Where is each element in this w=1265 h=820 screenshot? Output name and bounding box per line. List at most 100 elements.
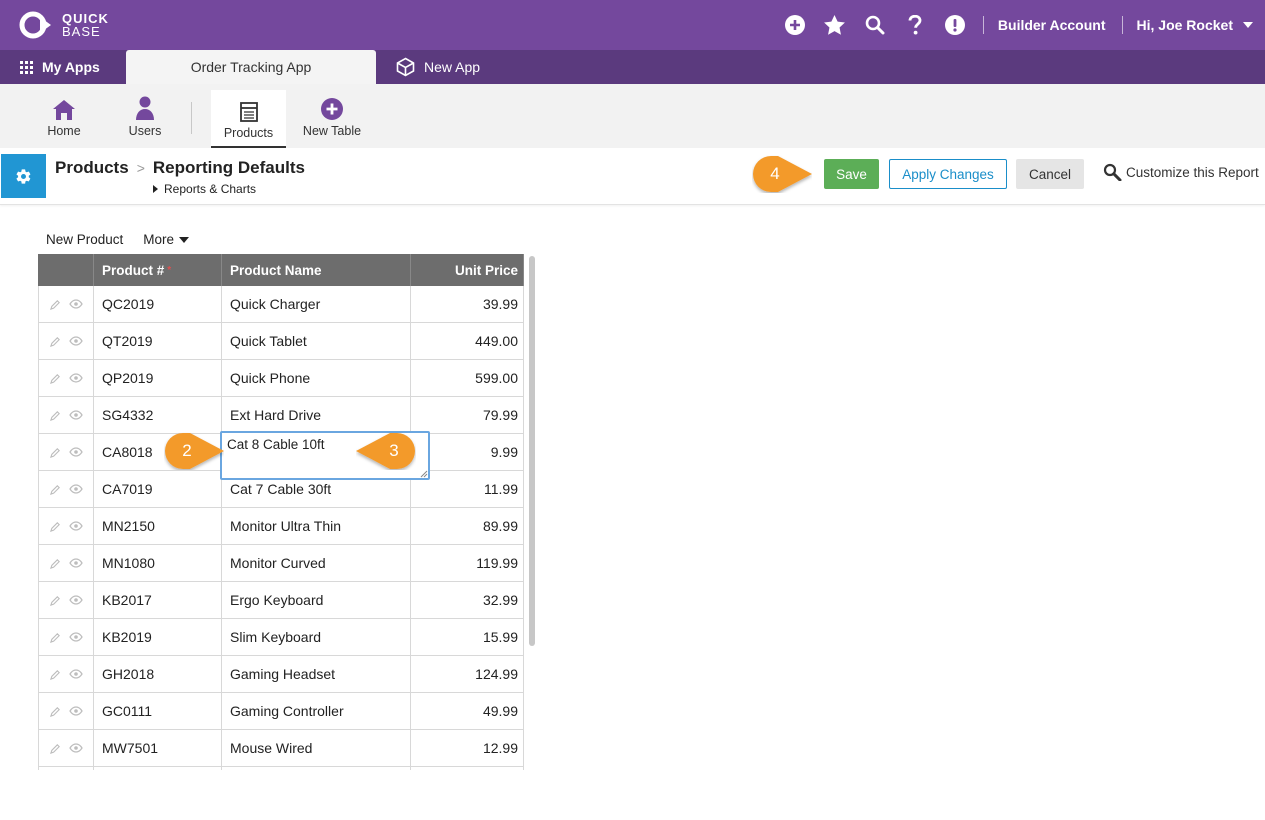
cell-unit-price[interactable]: 449.00 [411,323,524,359]
new-product-button[interactable]: New Product [46,232,123,247]
cell-product-name[interactable]: Ergo Keyboard [222,582,411,618]
cell-product-name[interactable]: Quick Phone [222,360,411,396]
table-row[interactable]: GH2018 Gaming Headset 124.99 [38,656,524,693]
cell-product-number[interactable]: MW7501 [94,730,222,766]
new-app-button[interactable]: New App [396,50,480,84]
column-header-product-name[interactable]: Product Name [222,254,411,286]
table-row[interactable]: KB2019 Slim Keyboard 15.99 [38,619,524,656]
view-eye-icon[interactable] [68,336,83,346]
cell-product-number[interactable]: GC0111 [94,693,222,729]
nav-products[interactable]: Products [211,90,286,148]
cell-product-number[interactable]: CA7019 [94,471,222,507]
resize-grip-icon[interactable] [420,470,428,478]
table-row[interactable] [38,767,524,770]
nav-new-table[interactable]: New Table [300,84,364,148]
cell-product-number[interactable]: QP2019 [94,360,222,396]
cell-unit-price[interactable]: 12.99 [411,730,524,766]
table-row[interactable]: MW7501 Mouse Wired 12.99 [38,730,524,767]
edit-pencil-icon[interactable] [49,595,61,606]
save-button[interactable]: Save [824,159,879,189]
settings-button[interactable] [1,154,46,198]
edit-pencil-icon[interactable] [49,410,61,421]
edit-pencil-icon[interactable] [49,373,61,384]
cell-unit-price[interactable]: 79.99 [411,397,524,433]
cell-product-number[interactable]: KB2017 [94,582,222,618]
edit-pencil-icon[interactable] [49,706,61,717]
cell-unit-price[interactable]: 89.99 [411,508,524,544]
cell-product-number[interactable]: MN2150 [94,508,222,544]
cell-product-name[interactable]: Monitor Ultra Thin [222,508,411,544]
cell-product-name[interactable]: Gaming Headset [222,656,411,692]
cell-product-name[interactable]: Ext Hard Drive [222,397,411,433]
quickbase-logo[interactable]: QUICK BASE [18,9,109,41]
edit-pencil-icon[interactable] [49,336,61,347]
cell-unit-price[interactable] [411,767,524,770]
cell-product-number[interactable]: MN1080 [94,545,222,581]
view-eye-icon[interactable] [68,632,83,642]
view-eye-icon[interactable] [68,706,83,716]
view-eye-icon[interactable] [68,521,83,531]
cell-product-name[interactable]: Gaming Controller [222,693,411,729]
apply-changes-button[interactable]: Apply Changes [889,159,1007,189]
table-row[interactable]: QT2019 Quick Tablet 449.00 [38,323,524,360]
cell-product-name[interactable]: Mouse Wired [222,730,411,766]
cell-unit-price[interactable]: 599.00 [411,360,524,396]
table-row[interactable]: GC0111 Gaming Controller 49.99 [38,693,524,730]
cell-product-number[interactable] [94,767,222,770]
view-eye-icon[interactable] [68,410,83,420]
table-row[interactable]: KB2017 Ergo Keyboard 32.99 [38,582,524,619]
cell-product-number[interactable]: QT2019 [94,323,222,359]
customize-report-link[interactable]: Customize this Report [1103,163,1259,181]
cell-unit-price[interactable]: 124.99 [411,656,524,692]
cell-product-number[interactable]: SG4332 [94,397,222,433]
more-menu[interactable]: More [143,232,190,247]
edit-pencil-icon[interactable] [49,743,61,754]
cell-unit-price[interactable]: 15.99 [411,619,524,655]
table-row[interactable]: MN1080 Monitor Curved 119.99 [38,545,524,582]
my-apps-button[interactable]: My Apps [0,50,125,84]
edit-pencil-icon[interactable] [49,484,61,495]
cell-product-name[interactable]: Monitor Curved [222,545,411,581]
cell-product-name[interactable]: Slim Keyboard [222,619,411,655]
view-eye-icon[interactable] [68,743,83,753]
cell-product-name[interactable] [222,767,411,770]
view-eye-icon[interactable] [68,558,83,568]
column-header-unit-price[interactable]: Unit Price [411,254,524,286]
view-eye-icon[interactable] [68,447,83,457]
add-icon[interactable] [775,0,815,50]
edit-pencil-icon[interactable] [49,299,61,310]
edit-pencil-icon[interactable] [49,447,61,458]
reports-charts-link[interactable]: Reports & Charts [153,182,256,196]
table-row[interactable]: QP2019 Quick Phone 599.00 [38,360,524,397]
column-header-product-number[interactable]: Product # * [94,254,222,286]
view-eye-icon[interactable] [68,484,83,494]
edit-pencil-icon[interactable] [49,669,61,680]
cell-product-number[interactable]: QC2019 [94,286,222,322]
alert-icon[interactable] [935,0,975,50]
cell-product-name[interactable]: Quick Charger [222,286,411,322]
table-row[interactable]: SG4332 Ext Hard Drive 79.99 [38,397,524,434]
cell-product-number[interactable]: KB2019 [94,619,222,655]
nav-home[interactable]: Home [40,84,88,148]
breadcrumb-products[interactable]: Products [55,158,129,178]
grid-scrollbar[interactable] [528,256,537,771]
cancel-button[interactable]: Cancel [1016,159,1084,189]
help-icon[interactable] [895,0,935,50]
app-tab-order-tracking[interactable]: Order Tracking App [126,50,376,84]
cell-unit-price[interactable]: 32.99 [411,582,524,618]
table-row[interactable]: QC2019 Quick Charger 39.99 [38,286,524,323]
cell-unit-price[interactable]: 39.99 [411,286,524,322]
view-eye-icon[interactable] [68,299,83,309]
view-eye-icon[interactable] [68,669,83,679]
nav-users[interactable]: Users [122,84,168,148]
table-row[interactable]: MN2150 Monitor Ultra Thin 89.99 [38,508,524,545]
search-icon[interactable] [855,0,895,50]
builder-account-link[interactable]: Builder Account [998,17,1106,33]
cell-product-number[interactable]: GH2018 [94,656,222,692]
edit-pencil-icon[interactable] [49,632,61,643]
edit-pencil-icon[interactable] [49,521,61,532]
view-eye-icon[interactable] [68,595,83,605]
edit-pencil-icon[interactable] [49,558,61,569]
view-eye-icon[interactable] [68,373,83,383]
cell-product-name[interactable]: Quick Tablet [222,323,411,359]
